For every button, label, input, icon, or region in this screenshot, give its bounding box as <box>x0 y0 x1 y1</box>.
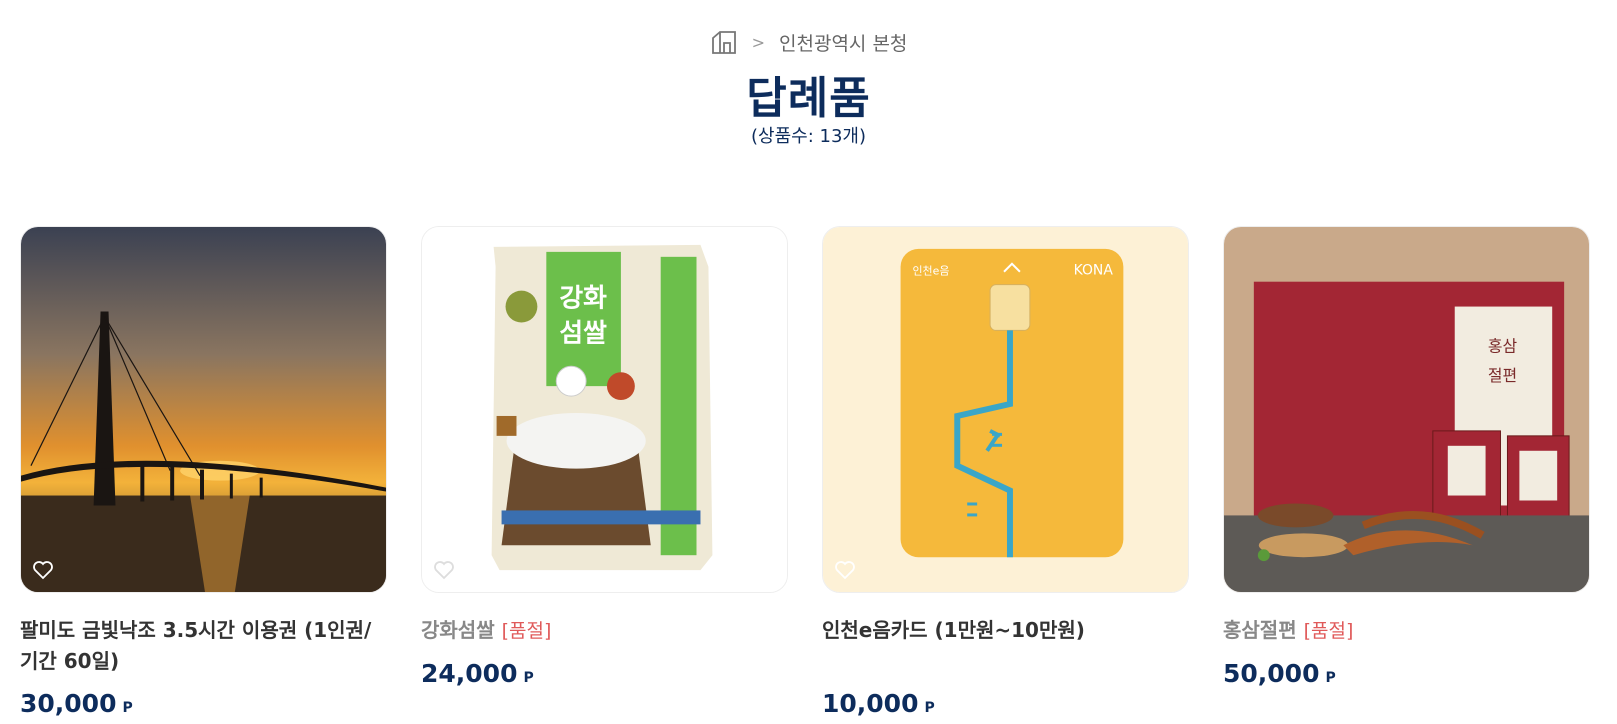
home-icon[interactable] <box>710 28 738 56</box>
product-price: 50,000 <box>1223 659 1320 688</box>
breadcrumb-current[interactable]: 인천광역시 본청 <box>779 29 907 56</box>
product-card[interactable]: 팔미도 금빛낙조 3.5시간 이용권 (1인권/기간 60일) 30,000 P <box>20 226 387 718</box>
product-name[interactable]: 팔미도 금빛낙조 3.5시간 이용권 (1인권/기간 60일) <box>20 615 387 677</box>
product-price: 10,000 <box>822 689 919 718</box>
product-count: (상품수: 13개) <box>751 126 866 147</box>
svg-text:섬쌀: 섬쌀 <box>559 318 607 348</box>
page-title: 답례품 <box>746 73 871 124</box>
product-price: 24,000 <box>421 659 518 688</box>
product-name[interactable]: 강화섬쌀 [품절] <box>421 615 788 647</box>
product-price: 30,000 <box>20 689 117 718</box>
product-card[interactable]: 강화 섬쌀 강화섬쌀 [품절] 24,000 P <box>421 226 788 718</box>
product-card[interactable]: 인천e음 KONA 인천e음카드 (1만원~10만원) 10,000 P <box>822 226 1189 718</box>
point-unit: P <box>523 670 534 686</box>
soldout-badge: [품절] <box>1303 620 1354 642</box>
breadcrumb: > 인천광역시 본청 <box>0 28 1617 56</box>
heart-icon[interactable] <box>31 558 55 582</box>
svg-text:강화: 강화 <box>559 284 607 314</box>
point-unit: P <box>122 700 133 716</box>
svg-text:절편: 절편 <box>1488 366 1517 385</box>
price-row: 30,000 P <box>20 689 387 718</box>
heart-icon[interactable] <box>833 558 857 582</box>
product-name[interactable]: 인천e음카드 (1만원~10만원) <box>822 615 1189 646</box>
product-card[interactable]: 홍삼 절편 홍삼절편 [품절] 50,000 P <box>1223 226 1590 718</box>
heart-icon[interactable] <box>432 558 456 582</box>
price-row: 24,000 P <box>421 659 788 688</box>
product-name[interactable]: 홍삼절편 [품절] <box>1223 615 1590 647</box>
chevron-right-icon: > <box>751 32 765 52</box>
price-row: 10,000 P <box>822 689 1189 718</box>
price-row: 50,000 P <box>1223 659 1590 688</box>
svg-text:KONA: KONA <box>1074 263 1114 279</box>
point-unit: P <box>1325 670 1336 686</box>
product-grid: 팔미도 금빛낙조 3.5시간 이용권 (1인권/기간 60일) 30,000 P… <box>20 226 1597 718</box>
product-image-red-ginseng[interactable]: 홍삼 절편 <box>1223 226 1590 593</box>
product-image-card[interactable]: 인천e음 KONA <box>822 226 1189 593</box>
product-image-sunset-bridge[interactable] <box>20 226 387 593</box>
svg-text:인천e음: 인천e음 <box>913 264 950 278</box>
svg-text:홍삼: 홍삼 <box>1488 336 1518 355</box>
soldout-badge: [품절] <box>501 620 552 642</box>
product-image-rice-bag[interactable]: 강화 섬쌀 <box>421 226 788 593</box>
point-unit: P <box>924 700 935 716</box>
